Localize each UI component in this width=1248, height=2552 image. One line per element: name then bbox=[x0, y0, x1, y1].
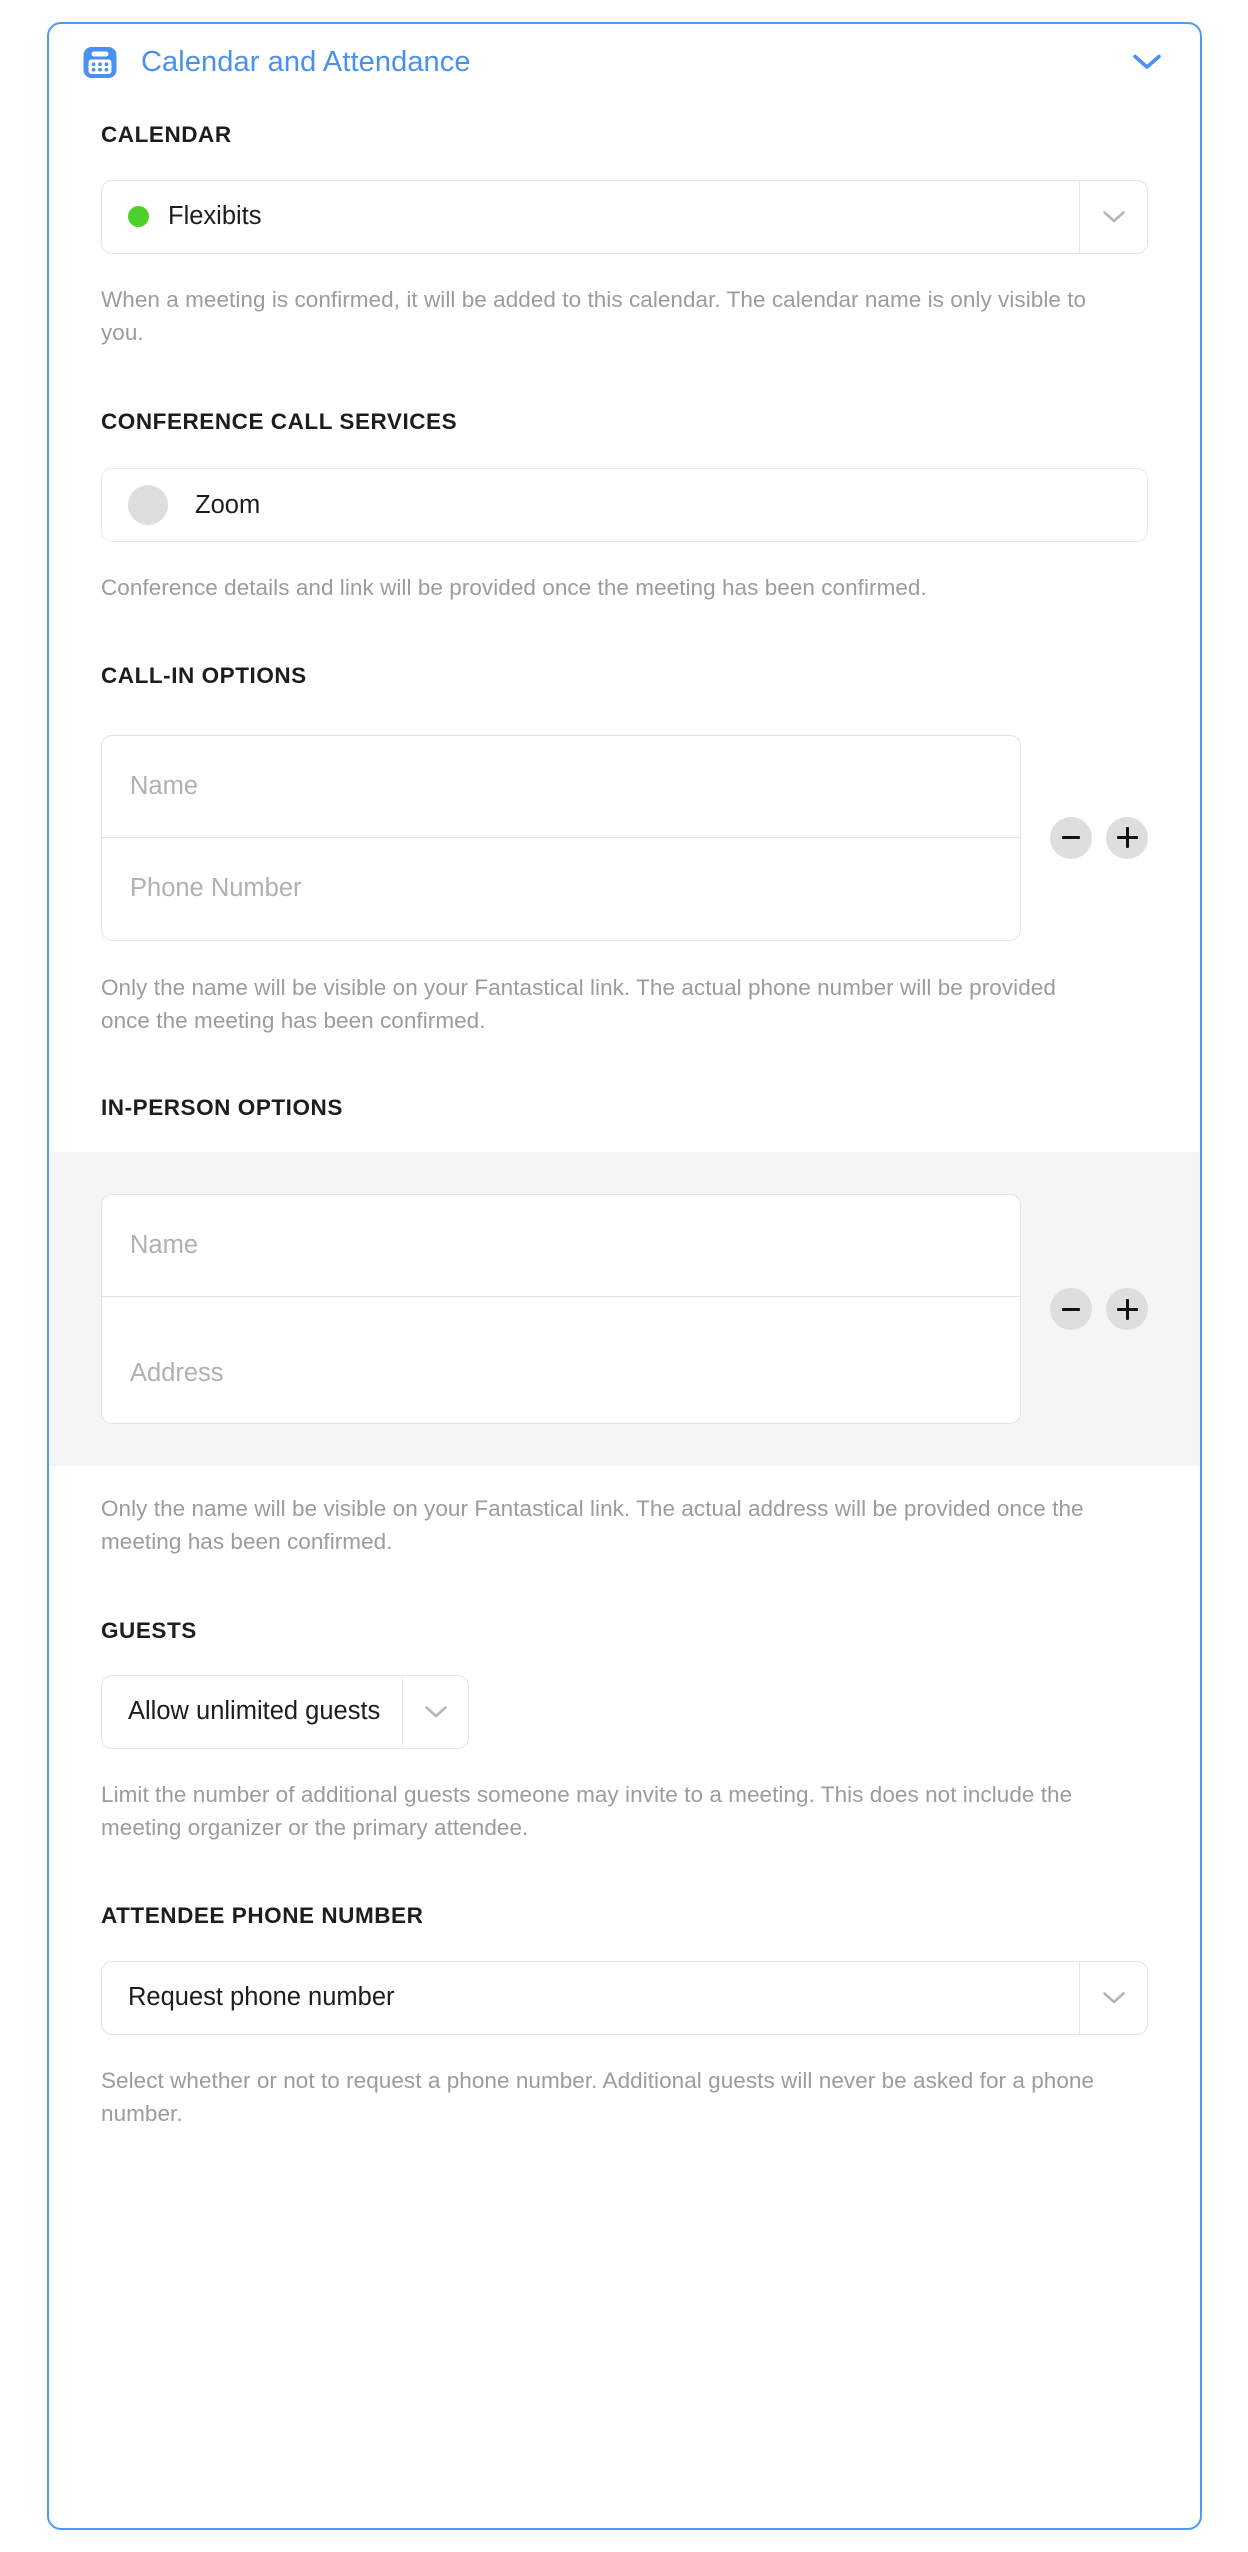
call-in-option-row bbox=[101, 734, 1148, 941]
card-body: CALENDAR Flexibits When a meeting is con… bbox=[49, 122, 1200, 2130]
in-person-address-input[interactable] bbox=[102, 1297, 1020, 1424]
call-in-options-label: CALL-IN OPTIONS bbox=[101, 663, 307, 689]
in-person-remove-button[interactable] bbox=[1050, 1288, 1092, 1331]
guests-select-arrow[interactable] bbox=[402, 1675, 468, 1748]
section-in-person-options bbox=[49, 1152, 1200, 1467]
call-in-add-button[interactable] bbox=[1106, 816, 1148, 859]
in-person-stepper bbox=[1050, 1288, 1148, 1331]
collapse-toggle-button[interactable] bbox=[1130, 45, 1164, 79]
call-in-field-stack bbox=[101, 734, 1021, 941]
section-guests: Only the name will be visible on your Fa… bbox=[49, 1492, 1200, 1844]
attendee-phone-select-arrow[interactable] bbox=[1079, 1961, 1147, 2034]
guests-helper-text: Limit the number of additional guests so… bbox=[101, 1781, 1073, 1840]
guests-select[interactable]: Allow unlimited guests bbox=[101, 1674, 469, 1749]
chevron-down-icon bbox=[1102, 210, 1125, 222]
in-person-name-input[interactable] bbox=[102, 1195, 1020, 1298]
calendar-icon bbox=[83, 47, 117, 78]
call-in-helper-text: Only the name will be visible on your Fa… bbox=[101, 974, 1056, 1033]
calendar-select[interactable]: Flexibits bbox=[101, 179, 1148, 254]
calendar-helper-text: When a meeting is confirmed, it will be … bbox=[101, 286, 1087, 345]
conference-service-name: Zoom bbox=[195, 490, 261, 519]
guests-select-value: Allow unlimited guests bbox=[102, 1697, 402, 1726]
calendar-select-value: Flexibits bbox=[102, 202, 1079, 231]
section-calendar: CALENDAR Flexibits When a meeting is con… bbox=[49, 122, 1200, 349]
attendee-phone-select-text: Request phone number bbox=[128, 1983, 395, 2012]
page-title: Calendar and Attendance bbox=[141, 45, 471, 78]
service-avatar-icon bbox=[128, 485, 168, 526]
calendar-color-dot bbox=[128, 206, 149, 227]
attendee-phone-select-value: Request phone number bbox=[102, 1983, 1079, 2012]
call-in-phone-input[interactable] bbox=[102, 837, 1020, 940]
calendar-select-arrow[interactable] bbox=[1079, 180, 1147, 253]
card-header[interactable]: Calendar and Attendance bbox=[49, 24, 1200, 100]
chevron-down-icon bbox=[1102, 1991, 1125, 2003]
page-root: Calendar and Attendance CALENDAR Flexibi… bbox=[0, 0, 1248, 2552]
chevron-down-icon bbox=[1133, 54, 1161, 69]
plus-icon bbox=[1116, 827, 1138, 849]
in-person-add-button[interactable] bbox=[1106, 1288, 1148, 1331]
section-call-in-options: CALL-IN OPTIONS Only bbox=[49, 665, 1200, 1119]
chevron-down-icon bbox=[424, 1706, 447, 1718]
in-person-helper-text: Only the name will be visible on your Fa… bbox=[101, 1496, 1084, 1555]
guests-label: GUESTS bbox=[101, 1618, 197, 1644]
in-person-option-row bbox=[101, 1194, 1148, 1425]
guests-select-text: Allow unlimited guests bbox=[128, 1697, 381, 1726]
section-conference-call-services: CONFERENCE CALL SERVICES Zoom Conference… bbox=[49, 408, 1200, 605]
call-in-remove-button[interactable] bbox=[1050, 816, 1092, 859]
attendee-phone-helper-text: Select whether or not to request a phone… bbox=[101, 2067, 1095, 2126]
section-attendee-phone-number: ATTENDEE PHONE NUMBER Request phone numb… bbox=[49, 1905, 1200, 2130]
calendar-select-text: Flexibits bbox=[168, 202, 262, 230]
attendee-phone-number-label: ATTENDEE PHONE NUMBER bbox=[101, 1903, 424, 1929]
conference-service-item[interactable]: Zoom bbox=[101, 468, 1148, 543]
plus-icon bbox=[1116, 1298, 1138, 1320]
conference-call-helper-text: Conference details and link will be prov… bbox=[101, 575, 927, 601]
call-in-stepper bbox=[1050, 816, 1148, 859]
calendar-attendance-card: Calendar and Attendance CALENDAR Flexibi… bbox=[47, 22, 1202, 2530]
calendar-section-label: CALENDAR bbox=[101, 122, 232, 147]
conference-call-services-label: CONFERENCE CALL SERVICES bbox=[101, 408, 458, 434]
minus-icon bbox=[1062, 836, 1080, 840]
in-person-field-stack bbox=[101, 1194, 1021, 1425]
in-person-options-label: IN-PERSON OPTIONS bbox=[101, 1094, 343, 1120]
minus-icon bbox=[1062, 1307, 1080, 1311]
call-in-name-input[interactable] bbox=[102, 735, 1020, 838]
attendee-phone-number-select[interactable]: Request phone number bbox=[101, 1960, 1148, 2035]
